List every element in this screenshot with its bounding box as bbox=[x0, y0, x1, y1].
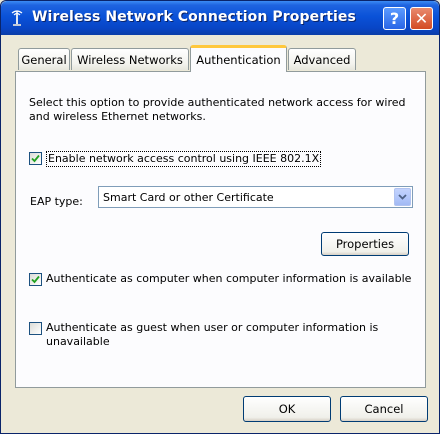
auth-as-computer-checkbox[interactable] bbox=[29, 273, 42, 286]
authentication-panel: Select this option to provide authentica… bbox=[15, 71, 426, 388]
chevron-down-icon[interactable] bbox=[394, 188, 411, 206]
authentication-description: Select this option to provide authentica… bbox=[29, 96, 406, 123]
enable-8021x-label[interactable]: Enable network access control using IEEE… bbox=[46, 151, 322, 167]
help-button[interactable]: ? bbox=[383, 7, 406, 30]
cancel-button[interactable]: Cancel bbox=[340, 396, 428, 422]
title-bar[interactable]: Wireless Network Connection Properties ?… bbox=[1, 1, 439, 35]
network-connection-icon bbox=[8, 9, 26, 27]
tab-strip: General Wireless Networks Authentication… bbox=[15, 45, 425, 72]
auth-as-guest-checkbox[interactable] bbox=[29, 322, 42, 335]
tab-wireless-networks[interactable]: Wireless Networks bbox=[71, 48, 189, 70]
auth-as-computer-label[interactable]: Authenticate as computer when computer i… bbox=[46, 272, 411, 286]
window-title: Wireless Network Connection Properties bbox=[32, 9, 356, 25]
auth-as-guest-label[interactable]: Authenticate as guest when user or compu… bbox=[46, 321, 389, 349]
auth-as-guest-row: Authenticate as guest when user or compu… bbox=[29, 321, 389, 349]
close-button[interactable]: ✕ bbox=[410, 7, 433, 30]
tab-authentication[interactable]: Authentication bbox=[190, 45, 287, 72]
eap-type-label: EAP type: bbox=[30, 195, 83, 208]
tab-general[interactable]: General bbox=[18, 48, 70, 70]
properties-button[interactable]: Properties bbox=[321, 232, 409, 256]
properties-dialog: Wireless Network Connection Properties ?… bbox=[0, 0, 440, 434]
enable-8021x-row: Enable network access control using IEEE… bbox=[29, 151, 322, 167]
tab-advanced[interactable]: Advanced bbox=[288, 48, 356, 70]
auth-as-computer-row: Authenticate as computer when computer i… bbox=[29, 272, 411, 286]
enable-8021x-checkbox[interactable] bbox=[29, 152, 42, 165]
ok-button[interactable]: OK bbox=[243, 396, 331, 422]
eap-type-value: Smart Card or other Certificate bbox=[103, 191, 274, 204]
eap-type-select[interactable]: Smart Card or other Certificate bbox=[98, 186, 413, 208]
